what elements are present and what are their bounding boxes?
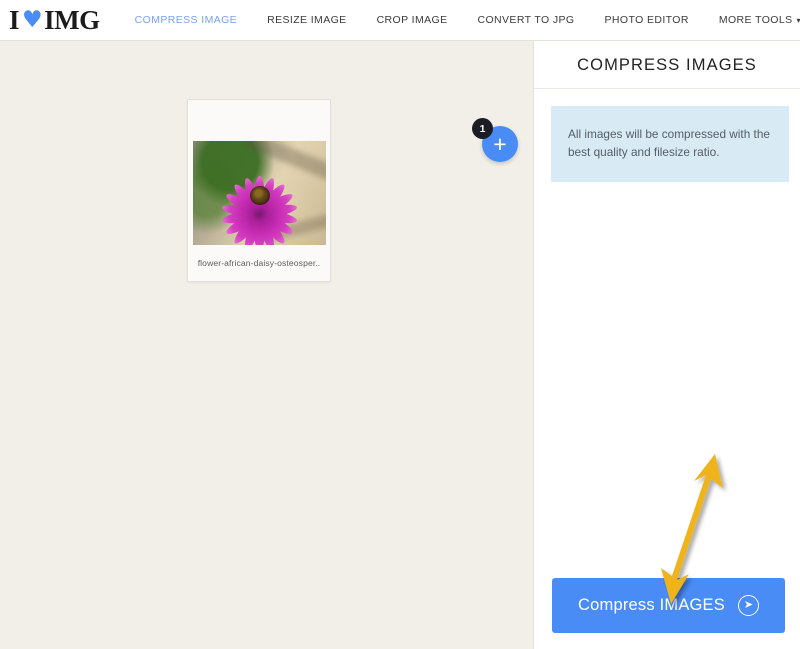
site-header: I ♥ IMG COMPRESS IMAGE RESIZE IMAGE CROP I…: [0, 0, 800, 41]
nav-item-photo-editor[interactable]: PHOTO EDITOR: [590, 14, 704, 26]
file-thumbnail-image: [193, 141, 326, 245]
nav-item-compress-image[interactable]: COMPRESS IMAGE: [120, 14, 252, 26]
flower-core: [249, 185, 270, 205]
nav-item-more-tools[interactable]: MORE TOOLS ▾: [704, 14, 800, 26]
main-nav: COMPRESS IMAGE RESIZE IMAGE CROP IMAGE C…: [108, 0, 800, 40]
options-sidebar: COMPRESS IMAGES All images will be compr…: [533, 41, 800, 649]
add-image-area: + 1: [472, 118, 518, 162]
plus-icon: +: [493, 130, 507, 157]
image-count-badge: 1: [472, 118, 493, 139]
compress-images-button-label: Compress IMAGES: [578, 596, 725, 614]
arrow-right-circle-icon: ➤: [737, 595, 759, 616]
heart-icon: ♥: [22, 6, 43, 33]
file-canvas[interactable]: flower-african-daisy-osteosper.. + 1: [0, 41, 533, 649]
sidebar-title: COMPRESS IMAGES: [534, 41, 800, 89]
file-name-label: flower-african-daisy-osteosper..: [197, 258, 321, 268]
chevron-down-icon: ▾: [796, 15, 800, 25]
nav-item-crop-image[interactable]: CROP IMAGE: [362, 14, 463, 26]
logo-text-post: IMG: [44, 4, 100, 35]
compress-images-button[interactable]: Compress IMAGES ➤: [552, 578, 785, 633]
nav-item-convert-to-jpg[interactable]: CONVERT TO JPG: [462, 14, 589, 26]
logo-text-pre: I: [9, 4, 20, 35]
file-card[interactable]: flower-african-daisy-osteosper..: [187, 99, 331, 282]
sidebar-info-box: All images will be compressed with the b…: [551, 106, 789, 182]
page-root: I ♥ IMG COMPRESS IMAGE RESIZE IMAGE CROP I…: [0, 0, 800, 649]
nav-item-more-tools-label: MORE TOOLS: [718, 14, 793, 26]
logo[interactable]: I ♥ IMG: [0, 0, 108, 40]
nav-item-resize-image[interactable]: RESIZE IMAGE: [252, 14, 361, 26]
